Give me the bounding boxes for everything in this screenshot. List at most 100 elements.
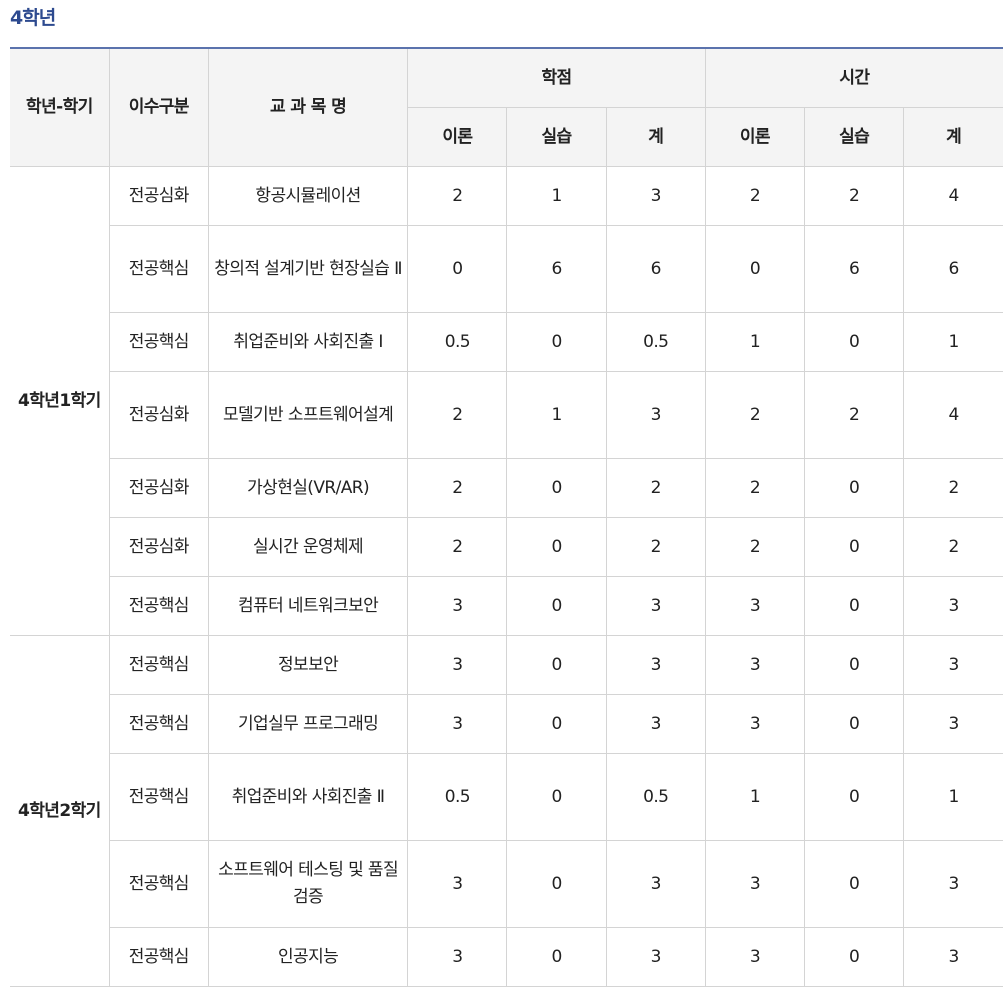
category-cell: 전공핵심 <box>109 694 209 754</box>
hour-practice-cell: 0 <box>804 840 905 928</box>
credit-theory-cell: 3 <box>407 927 508 987</box>
course-name-cell: 인공지능 <box>207 927 409 987</box>
hour-practice-cell: 0 <box>804 312 905 372</box>
category-cell: 전공핵심 <box>108 635 209 695</box>
hour-total-cell: 3 <box>903 840 1003 928</box>
hour-theory-cell: 2 <box>704 371 806 459</box>
credit-practice-cell: 1 <box>506 166 607 226</box>
table-row: 전공핵심 창의적 설계기반 현장실습 Ⅱ066066 <box>10 225 1003 313</box>
semester-cell: 4학년1학기 <box>10 166 110 636</box>
table-row: 전공심화 실시간 운영체제 2 0 2 2 0 2 <box>10 517 1003 577</box>
curriculum-table: 학년-학기 이수구분 교 과 목 명 학점 시간 이론 실습 계 이론 실습 계… <box>10 47 1003 987</box>
hour-theory-cell: 1 <box>704 753 806 841</box>
category-cell: 전공심화 <box>109 517 209 577</box>
header-hour-total: 계 <box>903 107 1003 167</box>
table-row: 전공핵심 인공지능 3 0 3 3 0 3 <box>10 927 1003 987</box>
header-credit-theory: 이론 <box>407 107 508 167</box>
category-cell: 전공핵심 <box>109 840 209 928</box>
credit-practice-cell: 0 <box>506 635 607 695</box>
credit-total-cell: 6 <box>605 225 706 313</box>
header-course-name: 교 과 목 명 <box>207 47 409 167</box>
header-hour-theory: 이론 <box>704 107 806 167</box>
credit-total-cell: 0.5 <box>605 753 706 841</box>
credit-theory-cell: 3 <box>407 576 508 636</box>
hour-practice-cell: 0 <box>804 635 905 695</box>
hour-theory-cell: 3 <box>704 840 806 928</box>
category-cell: 전공핵심 <box>109 225 209 313</box>
hour-theory-cell: 1 <box>704 312 806 372</box>
header-credits: 학점 <box>407 47 706 108</box>
credit-theory-cell: 2 <box>407 517 508 577</box>
credit-theory-cell: 2 <box>407 371 508 459</box>
credit-theory-cell: 2 <box>407 458 508 518</box>
hour-theory-cell: 2 <box>704 517 806 577</box>
hour-total-cell: 1 <box>903 312 1003 372</box>
credit-total-cell: 3 <box>605 635 706 695</box>
header-category: 이수구분 <box>108 47 209 167</box>
credit-total-cell: 0.5 <box>605 312 706 372</box>
course-name-cell: 모델기반 소프트웨어설계 <box>207 371 409 459</box>
hour-practice-cell: 0 <box>804 517 905 577</box>
credit-theory-cell: 0.5 <box>407 753 508 841</box>
credit-practice-cell: 0 <box>506 927 607 987</box>
table-row: 전공핵심 소프트웨어 테스팅 및 품질검증 3 0 3 3 0 3 <box>10 840 1003 928</box>
credit-total-cell: 3 <box>605 694 706 754</box>
credit-practice-cell: 0 <box>506 840 607 928</box>
category-cell: 전공핵심 <box>109 576 209 636</box>
header-hours: 시간 <box>704 47 1003 108</box>
course-name-cell: 창의적 설계기반 현장실습 Ⅱ <box>207 225 409 313</box>
hour-total-cell: 2 <box>903 458 1003 518</box>
credit-theory-cell: 3 <box>407 635 508 695</box>
table-row: 전공핵심 취업준비와 사회진출 Ⅰ 0.5 0 0.5 1 0 1 <box>10 312 1003 372</box>
hour-practice-cell: 0 <box>804 694 905 754</box>
course-name-cell: 실시간 운영체제 <box>207 517 409 577</box>
credit-total-cell: 3 <box>605 927 706 987</box>
table-row: 4학년1학기 전공심화 항공시뮬레이션 2 1 3 2 2 4 <box>10 166 1003 636</box>
credit-total-cell: 3 <box>605 576 706 636</box>
hour-total-cell: 2 <box>903 517 1003 577</box>
hour-practice-cell: 6 <box>804 225 905 313</box>
credit-theory-cell: 0 <box>407 225 508 313</box>
hour-theory-cell: 2 <box>704 458 806 518</box>
course-name-cell: 컴퓨터 네트워크보안 <box>207 576 409 636</box>
credit-theory-cell: 3 <box>407 694 508 754</box>
header-grade-semester: 학년-학기 <box>10 47 110 167</box>
course-name-cell: 정보보안 <box>207 635 409 695</box>
course-name-cell: 취업준비와 사회진출 Ⅰ <box>207 312 409 372</box>
course-name-cell: 가상현실(VR/AR) <box>207 458 409 518</box>
hour-total-cell: 3 <box>903 635 1003 695</box>
header-credit-total: 계 <box>605 107 706 167</box>
table-row: 전공심화 가상현실(VR/AR) 2 0 2 2 0 2 <box>10 458 1003 518</box>
credit-theory-cell: 2 <box>407 166 508 226</box>
credit-total-cell: 3 <box>605 371 706 459</box>
credit-practice-cell: 0 <box>506 517 607 577</box>
course-name-cell: 기업실무 프로그래밍 <box>207 694 409 754</box>
hour-total-cell: 4 <box>903 371 1003 459</box>
hour-theory-cell: 3 <box>704 927 806 987</box>
section-title: 4학년 <box>10 7 56 29</box>
category-cell: 전공핵심 <box>109 753 209 841</box>
course-name-cell: 항공시뮬레이션 <box>207 166 409 226</box>
table-row: 전공핵심 취업준비와 사회진출 Ⅱ 0.5 0 0.5 1 0 1 <box>10 753 1003 841</box>
hour-total-cell: 3 <box>903 927 1003 987</box>
course-name-cell: 소프트웨어 테스팅 및 품질검증 <box>207 840 409 928</box>
hour-practice-cell: 0 <box>804 927 905 987</box>
credit-theory-cell: 0.5 <box>407 312 508 372</box>
hour-total-cell: 3 <box>903 576 1003 636</box>
credit-practice-cell: 0 <box>506 458 607 518</box>
credit-practice-cell: 6 <box>506 225 607 313</box>
category-cell: 전공핵심 <box>109 927 209 987</box>
category-cell: 전공심화 <box>108 166 209 226</box>
credit-practice-cell: 1 <box>506 371 607 459</box>
category-cell: 전공핵심 <box>109 312 209 372</box>
hour-practice-cell: 0 <box>804 576 905 636</box>
hour-theory-cell: 3 <box>704 694 806 754</box>
table-row: 4학년2학기 전공핵심 정보보안 3 0 3 3 0 3 <box>10 635 1003 987</box>
header-credit-practice: 실습 <box>506 107 607 167</box>
credit-practice-cell: 0 <box>506 694 607 754</box>
hour-practice-cell: 2 <box>804 371 905 459</box>
credit-total-cell: 2 <box>605 517 706 577</box>
credit-total-cell: 2 <box>605 458 706 518</box>
hour-total-cell: 3 <box>903 694 1003 754</box>
hour-theory-cell: 0 <box>704 225 806 313</box>
